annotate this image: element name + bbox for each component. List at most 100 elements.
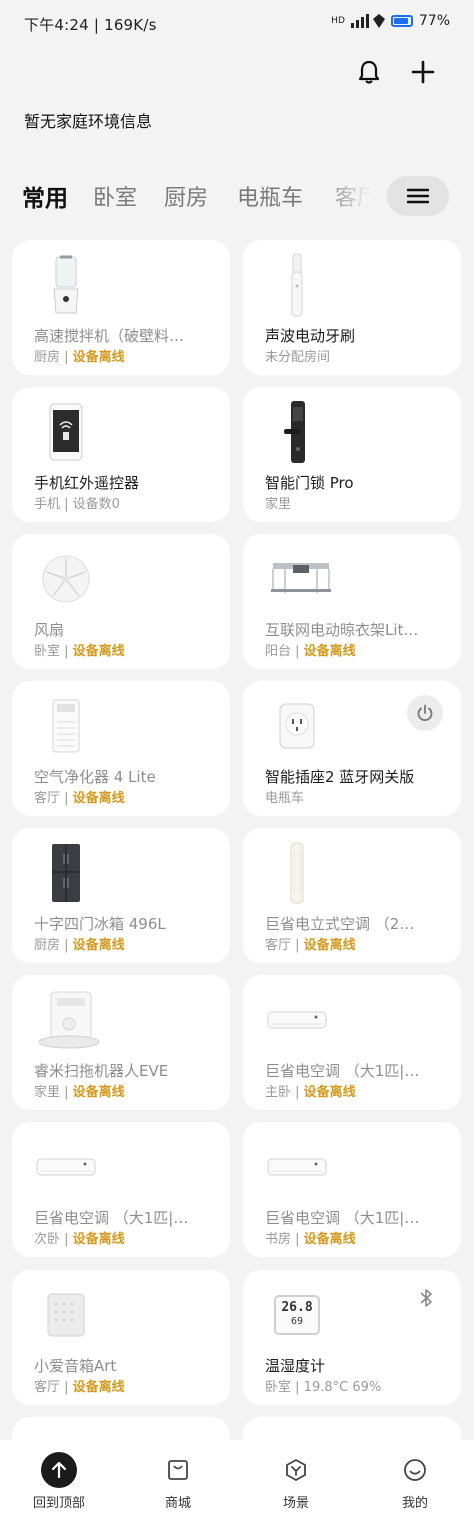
device-name: 十字四门冰箱 496L [34, 915, 166, 933]
nav-label: 场景 [282, 1496, 309, 1511]
device-name: 风扇 [34, 621, 65, 639]
device-card[interactable]: 巨省电空调 （大1匹|… 次卧 | 设备离线 [12, 1122, 230, 1257]
device-card[interactable]: 十字四门冰箱 496L 厨房 | 设备离线 [12, 828, 230, 963]
room-menu-button[interactable] [387, 176, 449, 216]
device-card[interactable]: 巨省电立式空调 （2… 客厅 | 设备离线 [243, 828, 461, 963]
device-status: 设备离线 [72, 1232, 125, 1247]
battery-level: 77% [418, 13, 450, 29]
add-device-icon[interactable] [409, 58, 437, 86]
device-meta: 厨房 | 设备离线 [34, 350, 125, 365]
home-environment-info: 暂无家庭环境信息 [24, 112, 153, 131]
tab-电瓶车[interactable]: 电瓶车 [237, 180, 303, 212]
device-card[interactable]: 高速搅拌机（破壁料… 厨房 | 设备离线 [12, 240, 230, 375]
bottom-navigation: 回到顶部 商城 场景 我的 [0, 1440, 474, 1524]
device-status: 设备离线 [72, 644, 125, 659]
device-room: 厨房 [34, 350, 61, 365]
air-purifier-icon [30, 693, 102, 759]
fridge-icon [30, 840, 102, 906]
device-status: 设备离线 [303, 1232, 356, 1247]
device-meta: 主卧 | 设备离线 [265, 1085, 356, 1100]
nav-label: 商城 [164, 1496, 191, 1511]
device-name: 高速搅拌机（破壁料… [34, 327, 185, 345]
device-status: 设备离线 [72, 1380, 125, 1395]
device-name: 智能插座2 蓝牙网关版 [265, 768, 415, 786]
device-meta: 家里 [265, 493, 291, 512]
device-meta: 厨房 | 设备离线 [34, 938, 125, 953]
tab-卧室[interactable]: 卧室 [93, 180, 137, 212]
device-room: 客厅 [265, 938, 292, 953]
bluetooth-icon [419, 1288, 433, 1312]
signal-icon [350, 14, 385, 28]
air-conditioner-icon [30, 1134, 102, 1200]
device-meta: 家里 | 设备离线 [34, 1085, 125, 1100]
device-card[interactable]: 互联网电动晾衣架Lit… 阳台 | 设备离线 [243, 534, 461, 669]
device-card[interactable]: 26.8 69 温湿度计 卧室 | 19.8°C 69% [243, 1270, 461, 1405]
device-card[interactable]: 睿米扫拖机器人EVE 家里 | 设备离线 [12, 975, 230, 1110]
nav-profile[interactable]: 我的 [365, 1452, 465, 1511]
fan-icon [30, 546, 102, 612]
status-time: 下午4:24 | 169K/s [24, 16, 157, 34]
device-card[interactable]: 智能插座2 蓝牙网关版 电瓶车 [243, 681, 461, 816]
air-conditioner-icon [261, 987, 333, 1053]
nav-scene[interactable]: 场景 [246, 1452, 346, 1511]
device-status: 设备数0 [72, 497, 120, 512]
device-room: 未分配房间 [265, 350, 331, 365]
device-room: 次卧 [34, 1232, 61, 1247]
device-meta: 客厅 | 设备离线 [34, 1380, 125, 1395]
thermometer-temp: 26.8 [281, 1300, 313, 1315]
smart-plug-icon [261, 693, 333, 759]
shop-icon [160, 1452, 196, 1488]
device-room: 书房 [265, 1232, 292, 1247]
tab-常用[interactable]: 常用 [22, 179, 68, 213]
device-name: 巨省电空调 （大1匹|… [34, 1209, 189, 1227]
speaker-icon [30, 1282, 102, 1348]
nav-shop[interactable]: 商城 [128, 1452, 228, 1511]
device-status: 设备离线 [72, 938, 125, 953]
device-room: 厨房 [34, 938, 61, 953]
notification-bell-icon[interactable] [355, 58, 383, 86]
battery-icon [390, 15, 413, 27]
device-room: 手机 [34, 497, 61, 512]
door-lock-icon [261, 399, 333, 465]
power-button[interactable] [407, 695, 443, 731]
device-card[interactable]: 手机红外遥控器 手机 | 设备数0 [12, 387, 230, 522]
device-card[interactable]: 巨省电空调 （大1匹|… 主卧 | 设备离线 [243, 975, 461, 1110]
device-name: 手机红外遥控器 [34, 474, 140, 492]
device-name: 空气净化器 4 Lite [34, 768, 156, 786]
tab-厨房[interactable]: 厨房 [164, 180, 208, 212]
device-meta: 未分配房间 [265, 346, 330, 365]
nav-back-to-top[interactable]: 回到顶部 [9, 1452, 109, 1511]
device-meta: 卧室 | 19.8°C 69% [265, 1380, 382, 1395]
robot-vacuum-icon [30, 987, 110, 1053]
device-room: 电瓶车 [265, 791, 305, 806]
device-room: 客厅 [34, 791, 61, 806]
device-room: 主卧 [265, 1085, 292, 1100]
power-icon [417, 704, 433, 722]
device-card[interactable]: 风扇 卧室 | 设备离线 [12, 534, 230, 669]
clothes-rack-icon [261, 546, 341, 612]
device-name: 巨省电空调 （大1匹|… [265, 1209, 420, 1227]
device-status: 设备离线 [72, 350, 125, 365]
device-meta: 客厅 | 设备离线 [265, 938, 356, 953]
device-status: 设备离线 [72, 791, 125, 806]
network-label: HD [331, 16, 345, 26]
menu-icon [407, 188, 429, 204]
device-card[interactable]: 巨省电空调 （大1匹|… 书房 | 设备离线 [243, 1122, 461, 1257]
nav-label: 回到顶部 [32, 1496, 85, 1511]
device-room: 卧室 [34, 644, 61, 659]
device-card[interactable]: 空气净化器 4 Lite 客厅 | 设备离线 [12, 681, 230, 816]
device-room: 客厅 [34, 1380, 61, 1395]
arrow-up-icon [41, 1452, 77, 1488]
status-indicators: HD 77% [331, 13, 450, 29]
device-name: 小爱音箱Art [34, 1357, 117, 1375]
device-card[interactable]: 声波电动牙刷 未分配房间 [243, 240, 461, 375]
device-meta: 客厅 | 设备离线 [34, 791, 125, 806]
device-name: 声波电动牙刷 [265, 327, 356, 345]
device-status: 19.8°C 69% [303, 1380, 382, 1395]
device-room: 阳台 [265, 644, 292, 659]
device-name: 巨省电空调 （大1匹|… [265, 1062, 420, 1080]
device-status: 设备离线 [303, 1085, 356, 1100]
device-card[interactable]: 智能门锁 Pro 家里 [243, 387, 461, 522]
device-card[interactable]: 小爱音箱Art 客厅 | 设备离线 [12, 1270, 230, 1405]
nav-label: 我的 [401, 1496, 428, 1511]
